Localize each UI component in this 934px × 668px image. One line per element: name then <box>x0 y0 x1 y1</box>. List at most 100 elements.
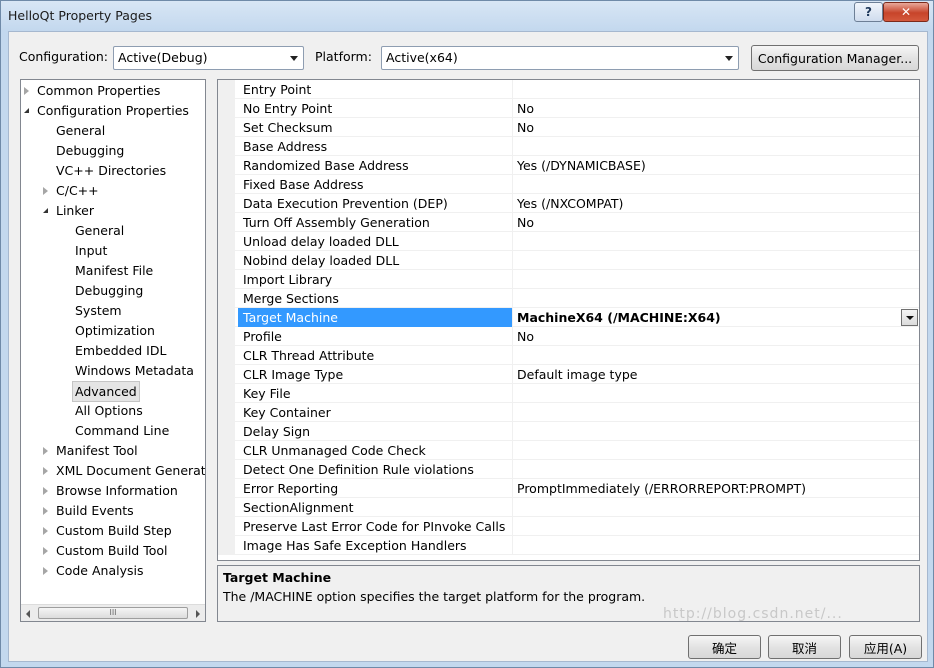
property-value[interactable]: Yes (/DYNAMICBASE) <box>512 156 919 175</box>
property-row[interactable]: CLR Unmanaged Code Check <box>218 441 919 460</box>
property-row[interactable]: Unload delay loaded DLL <box>218 232 919 251</box>
tree-item[interactable]: Configuration Properties <box>21 101 205 120</box>
property-value[interactable] <box>512 232 919 251</box>
tree-item[interactable]: C/C++ <box>21 181 205 200</box>
property-value[interactable] <box>512 460 919 479</box>
tree-horizontal-scrollbar[interactable]: III <box>21 604 205 621</box>
property-value[interactable]: MachineX64 (/MACHINE:X64) <box>512 308 919 327</box>
property-name[interactable]: Base Address <box>238 137 512 156</box>
property-value[interactable]: No <box>512 213 919 232</box>
property-row[interactable]: Set Checksum No <box>218 118 919 137</box>
tree-collapsed-icon[interactable] <box>43 567 48 575</box>
tree-collapsed-icon[interactable] <box>43 467 48 475</box>
property-name[interactable]: Nobind delay loaded DLL <box>238 251 512 270</box>
close-button[interactable]: ✕ <box>883 2 929 22</box>
ok-button[interactable]: 确定 <box>688 635 761 659</box>
property-value[interactable] <box>512 289 919 308</box>
property-name[interactable]: Set Checksum <box>238 118 512 137</box>
property-row[interactable]: Randomized Base Address Yes (/DYNAMICBASE… <box>218 156 919 175</box>
property-name[interactable]: Unload delay loaded DLL <box>238 232 512 251</box>
scroll-right-icon[interactable] <box>196 610 200 618</box>
property-value[interactable] <box>512 137 919 156</box>
property-row[interactable]: Base Address <box>218 137 919 156</box>
property-value[interactable]: No <box>512 118 919 137</box>
property-name[interactable]: Preserve Last Error Code for PInvoke Cal… <box>238 517 512 536</box>
platform-dropdown[interactable]: Active(x64) <box>381 46 739 70</box>
tree-item[interactable]: System <box>21 301 205 320</box>
property-name[interactable]: Data Execution Prevention (DEP) <box>238 194 512 213</box>
property-name[interactable]: Merge Sections <box>238 289 512 308</box>
property-row[interactable]: Merge Sections <box>218 289 919 308</box>
configuration-dropdown[interactable]: Active(Debug) <box>113 46 304 70</box>
property-row[interactable]: Nobind delay loaded DLL <box>218 251 919 270</box>
property-name[interactable]: Profile <box>238 327 512 346</box>
property-tree[interactable]: Code Analysis Custom Build Tool Custom Bui… <box>20 79 206 622</box>
property-value[interactable] <box>512 536 919 555</box>
scrollbar-thumb[interactable]: III <box>38 607 188 619</box>
property-row[interactable]: Target Machine MachineX64 (/MACHINE:X64) <box>218 308 919 327</box>
configuration-manager-button[interactable]: Configuration Manager... <box>751 45 919 71</box>
property-row[interactable]: CLR Image Type Default image type <box>218 365 919 384</box>
property-row[interactable]: Profile No <box>218 327 919 346</box>
property-value[interactable] <box>512 251 919 270</box>
tree-item[interactable]: Custom Build Tool <box>21 541 205 560</box>
property-row[interactable]: Data Execution Prevention (DEP) Yes (/NXC… <box>218 194 919 213</box>
tree-collapsed-icon[interactable] <box>43 527 48 535</box>
property-name[interactable]: Entry Point <box>238 80 512 99</box>
tree-item[interactable]: Debugging <box>21 281 205 300</box>
property-value[interactable]: PromptImmediately (/ERRORREPORT:PROMPT) <box>512 479 919 498</box>
tree-item[interactable]: Advanced <box>21 381 205 402</box>
property-value[interactable] <box>512 403 919 422</box>
property-value[interactable] <box>512 384 919 403</box>
property-name[interactable]: Turn Off Assembly Generation <box>238 213 512 232</box>
tree-item[interactable]: XML Document Generat <box>21 461 205 480</box>
property-name[interactable]: Key File <box>238 384 512 403</box>
property-row[interactable]: CLR Thread Attribute <box>218 346 919 365</box>
tree-item[interactable]: General <box>21 121 205 140</box>
property-grid[interactable]: Entry Point No Entry Point No Set Checksum N… <box>217 79 920 561</box>
tree-item[interactable]: Code Analysis <box>21 561 205 580</box>
tree-collapsed-icon[interactable] <box>43 547 48 555</box>
property-row[interactable]: Entry Point <box>218 80 919 99</box>
cancel-button[interactable]: 取消 <box>768 635 841 659</box>
tree-item[interactable]: Custom Build Step <box>21 521 205 540</box>
tree-collapsed-icon[interactable] <box>43 487 48 495</box>
scroll-left-icon[interactable] <box>26 610 30 618</box>
tree-collapsed-icon[interactable] <box>43 447 48 455</box>
tree-item[interactable]: Linker <box>21 201 205 220</box>
property-name[interactable]: Error Reporting <box>238 479 512 498</box>
tree-item[interactable]: Command Line <box>21 421 205 440</box>
tree-item[interactable]: Input <box>21 241 205 260</box>
property-row[interactable]: Error Reporting PromptImmediately (/ERROR… <box>218 479 919 498</box>
property-name[interactable]: Detect One Definition Rule violations <box>238 460 512 479</box>
property-name[interactable]: Fixed Base Address <box>238 175 512 194</box>
tree-item[interactable]: Manifest Tool <box>21 441 205 460</box>
tree-collapsed-icon[interactable] <box>43 187 48 195</box>
property-name[interactable]: CLR Image Type <box>238 365 512 384</box>
property-value[interactable] <box>512 422 919 441</box>
property-name[interactable]: Import Library <box>238 270 512 289</box>
property-value[interactable] <box>512 80 919 99</box>
property-value[interactable] <box>512 498 919 517</box>
value-dropdown-button[interactable] <box>901 309 918 326</box>
tree-expanded-icon[interactable] <box>24 108 29 113</box>
help-button[interactable]: ? <box>854 2 883 22</box>
property-name[interactable]: Randomized Base Address <box>238 156 512 175</box>
property-value[interactable] <box>512 346 919 365</box>
property-row[interactable]: Fixed Base Address <box>218 175 919 194</box>
tree-item[interactable]: VC++ Directories <box>21 161 205 180</box>
tree-item[interactable]: Common Properties <box>21 81 205 100</box>
property-row[interactable]: Preserve Last Error Code for PInvoke Cal… <box>218 517 919 536</box>
apply-button[interactable]: 应用(A) <box>849 635 922 659</box>
property-name[interactable]: CLR Thread Attribute <box>238 346 512 365</box>
property-value[interactable] <box>512 175 919 194</box>
tree-item[interactable]: General <box>21 221 205 240</box>
property-value[interactable]: No <box>512 327 919 346</box>
property-row[interactable]: Turn Off Assembly Generation No <box>218 213 919 232</box>
property-value[interactable] <box>512 270 919 289</box>
property-name[interactable]: Delay Sign <box>238 422 512 441</box>
tree-item[interactable]: Debugging <box>21 141 205 160</box>
tree-item[interactable]: Manifest File <box>21 261 205 280</box>
property-row[interactable]: Image Has Safe Exception Handlers <box>218 536 919 555</box>
tree-collapsed-icon[interactable] <box>24 87 29 95</box>
